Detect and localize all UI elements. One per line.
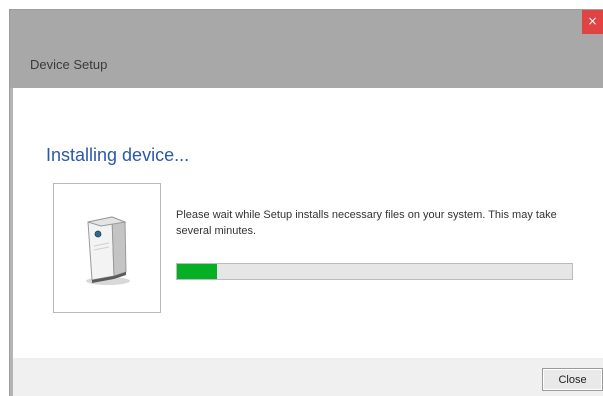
device-icon-frame <box>53 183 161 313</box>
dialog-footer: Close <box>13 358 603 396</box>
device-setup-window: Device Setup × Installing device... Plea… <box>10 10 603 396</box>
page-title: Installing device... <box>46 145 190 165</box>
close-button[interactable]: Close <box>542 368 603 391</box>
content-area: Installing device... Please wait while S… <box>13 88 603 358</box>
status-message: Please wait while Setup installs necessa… <box>176 209 557 237</box>
title-bar[interactable]: Device Setup × <box>10 10 603 88</box>
close-icon: × <box>587 14 598 28</box>
close-window-button[interactable]: × <box>582 10 603 34</box>
device-tower-icon <box>86 216 130 285</box>
progress-bar-fill <box>177 264 217 279</box>
progress-bar <box>176 263 573 280</box>
window-title: Device Setup <box>30 57 108 72</box>
